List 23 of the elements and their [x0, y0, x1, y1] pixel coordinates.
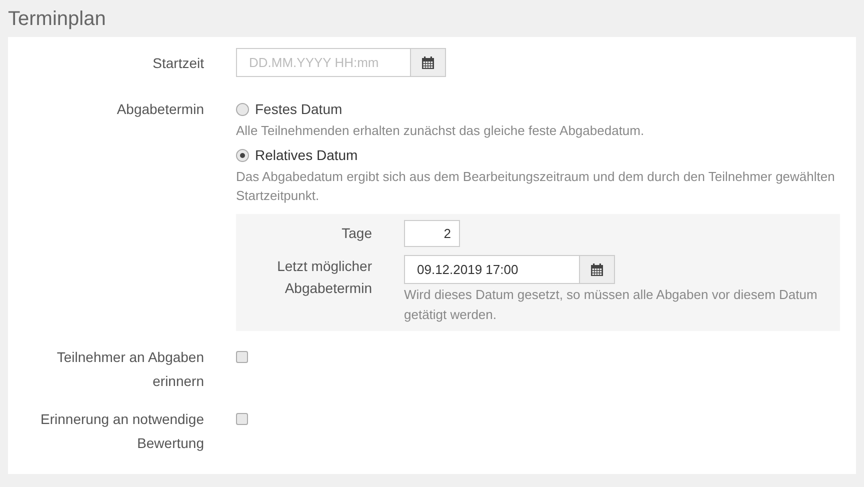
calendar-icon: [590, 262, 604, 276]
radio-button[interactable]: [236, 102, 249, 116]
checkbox[interactable]: [236, 413, 248, 425]
calendar-icon: [421, 56, 435, 70]
field-label: Abgabetermin: [116, 100, 204, 119]
field-label: Letzt möglicher Abgabetermin: [276, 257, 372, 298]
field-label: Tage: [340, 224, 372, 243]
field-label: Teilnehmer an Abgaben erinnern: [56, 348, 204, 391]
help-text: Wird dieses Datum gesetzt, so müssen alle Abgaben vor diesem Datum getätigt werden.: [404, 286, 818, 324]
help-text: Das Abgabedatum ergibt sich aus dem Bearbeitungszeitraum und dem durch den Teilnehmer gewählten Startzeitpunkt.: [236, 168, 836, 205]
radio-label[interactable]: Relatives Datum: [255, 144, 358, 166]
date-field[interactable]: DD.MM.YYYY HH:mm: [236, 48, 411, 77]
days-field[interactable]: 2: [404, 220, 460, 247]
calendar-button[interactable]: [580, 255, 615, 284]
field-label: Startzeit: [152, 54, 204, 72]
calendar-button[interactable]: [411, 48, 446, 77]
field-label: Erinnerung an notwendige Bewertung: [40, 410, 204, 453]
section-title: Terminplan: [7, 7, 107, 32]
checkbox[interactable]: [236, 351, 248, 363]
help-text: Alle Teilnehmenden erhalten zunächst das gleiche feste Abgabedatum.: [236, 122, 646, 140]
radio-label[interactable]: Festes Datum: [255, 98, 342, 120]
radio-button[interactable]: [236, 148, 249, 162]
date-field[interactable]: 09.12.2019 17:00: [404, 255, 580, 284]
